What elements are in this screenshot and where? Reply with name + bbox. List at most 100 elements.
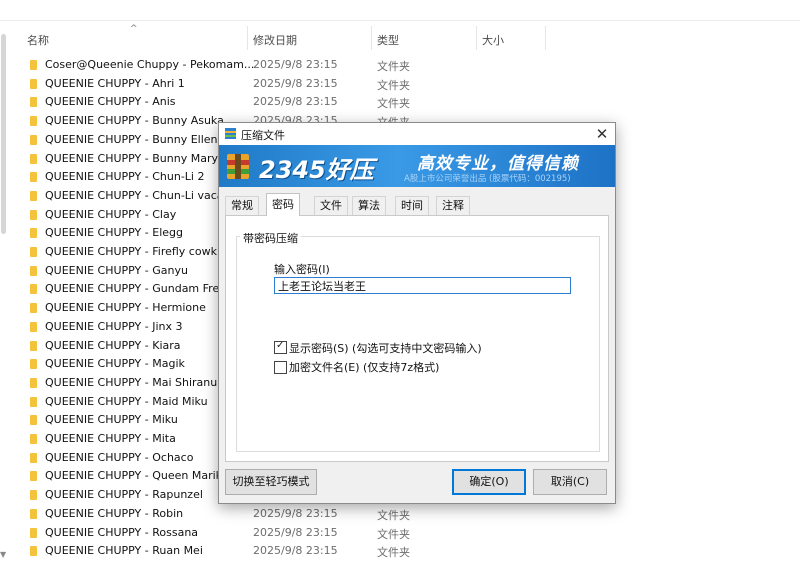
tab-password[interactable]: 密码 [266,193,300,216]
folder-icon [30,340,37,351]
folder-modified-date: 2025/9/8 23:15 [253,58,338,71]
tab-algorithm[interactable]: 算法 [352,196,386,215]
folder-icon [30,527,37,538]
folder-row[interactable]: QUEENIE CHUPPY - Robin 2025/9/8 23:15 文件夹 [0,504,800,523]
folder-type: 文件夹 [377,546,410,560]
folder-name: QUEENIE CHUPPY - Anis [45,95,176,109]
show-password-label[interactable]: 显示密码(S) (勾选可支持中文密码输入) [289,340,482,356]
folder-icon [30,434,37,444]
folder-name: QUEENIE CHUPPY - Firefly cowkini [45,245,231,258]
folder-name: QUEENIE CHUPPY - Rossana [45,525,199,539]
folder-name: QUEENIE CHUPPY - Bunny Asuka [45,114,224,128]
folder-name: QUEENIE CHUPPY - Magik [45,357,185,371]
folder-type: 文件夹 [377,508,410,522]
archive-logo-icon [227,154,249,179]
folder-name: QUEENIE CHUPPY - Maid Miku [45,394,208,408]
folder-name: QUEENIE CHUPPY - Chun-Li 2 [45,170,205,184]
folder-icon [30,284,37,295]
folder-type: 文件夹 [377,60,410,73]
folder-icon [30,546,37,557]
folder-icon [30,116,37,127]
folder-modified-date: 2025/9/8 23:15 [253,506,338,520]
column-header-date[interactable]: 修改日期 [253,32,297,48]
group-title: 带密码压缩 [240,230,301,246]
dialog-titlebar[interactable]: 压缩文件 ✕ [219,123,615,145]
column-divider[interactable] [371,26,372,50]
folder-name: QUEENIE CHUPPY - Gundam Freedo [45,282,240,296]
column-divider[interactable] [545,26,546,50]
folder-icon [30,508,37,519]
column-header-bar: ^ 名称 修改日期 类型 大小 [0,24,800,52]
window-top-border [0,20,800,21]
folder-icon [30,377,37,388]
folder-name: QUEENIE CHUPPY - Mai Shiranui [45,375,221,389]
folder-name: QUEENIE CHUPPY - Elegg [45,226,183,240]
tab-bar: 常规 密码 文件 算法 时间 注释 [225,193,609,216]
tab-files[interactable]: 文件 [314,196,348,215]
dialog-title: 压缩文件 [241,129,285,142]
archive-app-icon [225,128,236,139]
folder-icon [30,78,37,89]
close-icon[interactable]: ✕ [589,123,615,145]
ok-button[interactable]: 确定(O) [452,469,526,495]
tab-general[interactable]: 常规 [225,196,259,215]
tab-time[interactable]: 时间 [395,196,429,215]
folder-icon [30,452,37,463]
encrypt-filenames-checkbox[interactable] [274,361,287,374]
brand-subtitle: A股上市公司荣誉出品 (股票代码：002195) [404,174,571,184]
folder-icon [30,265,37,276]
folder-modified-date: 2025/9/8 23:15 [253,76,338,90]
folder-modified-date: 2025/9/8 23:15 [253,95,338,109]
folder-name: QUEENIE CHUPPY - Robin [45,506,184,520]
folder-icon [30,97,37,108]
folder-icon [30,209,37,220]
brand-slogan: 高效专业，值得信赖 [417,154,579,174]
folder-icon [30,60,37,70]
folder-name: QUEENIE CHUPPY - Queen Marika [45,469,229,483]
folder-name: QUEENIE CHUPPY - Bunny Mary [45,151,218,165]
folder-row[interactable]: QUEENIE CHUPPY - Ruan Mei 2025/9/8 23:15 文… [0,541,800,560]
show-password-checkbox[interactable]: ✓ [274,340,287,354]
folder-name: QUEENIE CHUPPY - Ruan Mei [45,544,203,558]
folder-icon [30,134,37,145]
column-divider[interactable] [247,26,248,50]
folder-icon [30,247,37,257]
folder-row[interactable]: QUEENIE CHUPPY - Ahri 1 2025/9/8 23:15 文件夹 [0,74,800,93]
folder-icon [30,396,37,407]
column-header-size[interactable]: 大小 [482,32,504,48]
password-tab-panel: 带密码压缩 输入密码(I) ✓ 显示密码(S) (勾选可支持中文密码输入) 加密… [225,215,609,462]
folder-name: QUEENIE CHUPPY - Ochaco [45,450,194,464]
folder-modified-date: 2025/9/8 23:15 [253,544,338,558]
folder-name: QUEENIE CHUPPY - Miku [45,413,178,427]
folder-name: QUEENIE CHUPPY - Bunny Ellen Joe [45,132,238,146]
column-header-name[interactable]: 名称 [27,32,49,48]
folder-name: QUEENIE CHUPPY - Hermione [45,301,206,315]
sort-up-icon[interactable]: ^ [130,24,138,34]
folder-name: QUEENIE CHUPPY - Ahri 1 [45,76,185,90]
folder-type: 文件夹 [377,97,410,111]
tab-comment[interactable]: 注释 [436,196,470,215]
password-label: 输入密码(I) [274,263,330,276]
folder-name: QUEENIE CHUPPY - Mita [45,432,176,445]
folder-icon [30,359,37,370]
folder-icon [30,321,37,332]
compress-dialog: 压缩文件 ✕ 2345好压 高效专业，值得信赖 A股上市公司荣誉出品 (股票代码… [218,122,616,504]
folder-row[interactable]: QUEENIE CHUPPY - Anis 2025/9/8 23:15 文件夹 [0,92,800,111]
encrypt-filenames-label[interactable]: 加密文件名(E) (仅支持7z格式) [289,359,439,375]
folder-name: QUEENIE CHUPPY - Chun-Li vacatio [45,188,238,202]
column-header-type[interactable]: 类型 [377,32,399,48]
folder-icon [30,228,37,239]
folder-icon [30,303,37,314]
folder-name: QUEENIE CHUPPY - Clay [45,207,177,221]
folder-icon [30,415,37,426]
column-divider[interactable] [476,26,477,50]
password-input[interactable] [274,277,571,294]
folder-row[interactable]: QUEENIE CHUPPY - Rossana 2025/9/8 23:15 文件… [0,523,800,542]
folder-row[interactable]: Coser@Queenie Chuppy - Pekomam... 2025/9/… [0,55,800,74]
folder-name: QUEENIE CHUPPY - Kiara [45,338,181,352]
brand-banner: 2345好压 高效专业，值得信赖 A股上市公司荣誉出品 (股票代码：002195… [219,145,615,187]
cancel-button[interactable]: 取消(C) [533,469,607,495]
folder-name: QUEENIE CHUPPY - Rapunzel [45,488,203,502]
switch-light-mode-button[interactable]: 切换至轻巧模式 [225,469,317,495]
folder-name: QUEENIE CHUPPY - Jinx 3 [45,319,183,333]
